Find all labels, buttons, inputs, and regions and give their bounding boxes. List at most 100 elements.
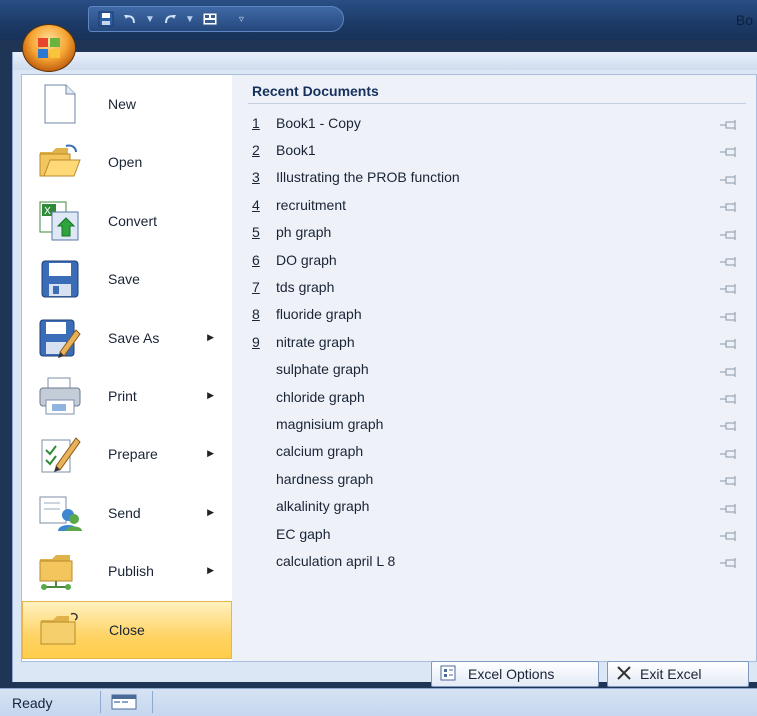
- recent-document-item[interactable]: magnisium graph: [252, 410, 744, 437]
- save-icon: [34, 257, 86, 301]
- send-icon: [34, 491, 86, 535]
- status-bar: Ready: [0, 688, 757, 716]
- menu-item-prepare[interactable]: Prepare ▶: [22, 425, 232, 483]
- recent-document-number: 9: [252, 333, 260, 350]
- pin-icon[interactable]: [720, 309, 738, 325]
- undo-dropdown-icon[interactable]: ▼: [145, 14, 155, 25]
- recent-document-name: ph graph: [276, 224, 332, 241]
- recent-document-item[interactable]: 2 Book1: [252, 136, 744, 163]
- recent-document-item[interactable]: 6 DO graph: [252, 246, 744, 273]
- menu-item-new[interactable]: New: [22, 75, 232, 133]
- menu-item-label: Publish: [108, 563, 154, 580]
- pin-icon[interactable]: [720, 199, 738, 215]
- recent-document-item[interactable]: alkalinity graph: [252, 493, 744, 520]
- recent-document-item[interactable]: 9 nitrate graph: [252, 328, 744, 355]
- recent-document-item[interactable]: 1 Book1 - Copy: [252, 109, 744, 136]
- pin-icon[interactable]: [720, 117, 738, 133]
- recent-document-name: recruitment: [276, 196, 347, 213]
- pin-icon[interactable]: [720, 391, 738, 407]
- menu-item-close[interactable]: Close: [22, 600, 232, 659]
- menu-item-label: Prepare: [108, 446, 158, 463]
- recent-document-number: 5: [252, 224, 260, 241]
- undo-icon[interactable]: [121, 11, 139, 27]
- redo-icon[interactable]: [161, 11, 179, 27]
- quick-access-toolbar: ▼ ▼ ▿: [88, 6, 344, 32]
- recent-document-name: DO graph: [276, 251, 337, 268]
- submenu-arrow-icon: ▶: [207, 565, 214, 576]
- menu-item-label: Print: [108, 388, 137, 404]
- customize-qat-icon[interactable]: ▿: [239, 14, 244, 25]
- menu-item-label: Close: [109, 621, 145, 638]
- pin-icon[interactable]: [720, 528, 738, 544]
- recent-documents-title: Recent Documents: [252, 83, 379, 99]
- pin-icon[interactable]: [720, 336, 738, 352]
- redo-dropdown-icon[interactable]: ▼: [185, 14, 195, 25]
- title-bar: ▼ ▼ ▿ Bo: [0, 0, 757, 40]
- pin-icon[interactable]: [720, 418, 738, 434]
- recent-document-item[interactable]: calcium graph: [252, 438, 744, 465]
- recent-document-item[interactable]: 7 tds graph: [252, 273, 744, 300]
- open-folder-icon: [34, 140, 86, 184]
- svg-text:X: X: [44, 206, 51, 217]
- menu-item-publish[interactable]: Publish ▶: [22, 542, 232, 600]
- recent-document-item[interactable]: chloride graph: [252, 383, 744, 410]
- recent-document-number: 2: [252, 141, 260, 158]
- pin-icon[interactable]: [720, 555, 738, 571]
- menu-commands-panel: New Open X Convert Save Save As ▶ Print ▶ Prepare…: [21, 74, 233, 662]
- recent-document-item[interactable]: 5 ph graph: [252, 219, 744, 246]
- pin-icon[interactable]: [720, 172, 738, 188]
- pin-icon[interactable]: [720, 144, 738, 160]
- publish-icon: [34, 549, 86, 593]
- recent-documents-panel: Recent Documents 1 Book1 - Copy 2 Book1 3 Ill…: [232, 74, 757, 662]
- recent-document-name: sulphate graph: [276, 361, 369, 378]
- menu-item-save[interactable]: Save: [22, 250, 232, 308]
- recent-document-item[interactable]: EC gaph: [252, 520, 744, 547]
- status-text: Ready: [12, 695, 53, 711]
- recent-document-number: 4: [252, 196, 260, 213]
- menu-item-send[interactable]: Send ▶: [22, 484, 232, 542]
- submenu-arrow-icon: ▶: [207, 506, 214, 517]
- pin-icon[interactable]: [720, 473, 738, 489]
- close-icon: [616, 665, 632, 684]
- recent-document-item[interactable]: 8 fluoride graph: [252, 301, 744, 328]
- recent-document-name: tds graph: [276, 278, 335, 295]
- pin-icon[interactable]: [720, 446, 738, 462]
- pin-icon[interactable]: [720, 281, 738, 297]
- office-menu: New Open X Convert Save Save As ▶ Print ▶ Prepare…: [12, 52, 757, 687]
- office-logo-icon: [38, 38, 60, 58]
- exit-excel-button[interactable]: Exit Excel: [607, 661, 749, 687]
- convert-icon: X: [34, 199, 86, 243]
- recent-document-item[interactable]: sulphate graph: [252, 356, 744, 383]
- recent-document-name: Illustrating the PROB function: [276, 169, 460, 186]
- menu-item-label: Save: [108, 271, 140, 288]
- recent-document-name: calcium graph: [276, 443, 364, 460]
- pin-icon[interactable]: [720, 501, 738, 517]
- menu-item-save-as[interactable]: Save As ▶: [22, 309, 232, 367]
- excel-options-button[interactable]: Excel Options: [431, 661, 599, 687]
- pin-icon[interactable]: [720, 227, 738, 243]
- pin-icon[interactable]: [720, 254, 738, 270]
- excel-options-label: Excel Options: [468, 666, 555, 682]
- new-document-icon: [34, 82, 86, 126]
- save-icon[interactable]: [97, 11, 115, 27]
- menu-item-label: Send: [108, 504, 141, 521]
- office-button[interactable]: [22, 24, 76, 72]
- recent-document-name: calculation april L 8: [276, 552, 396, 569]
- recent-document-item[interactable]: calculation april L 8: [252, 547, 744, 574]
- menu-item-print[interactable]: Print ▶: [22, 367, 232, 425]
- menu-item-convert[interactable]: X Convert: [22, 192, 232, 250]
- menu-item-label: Convert: [108, 212, 158, 229]
- pin-icon[interactable]: [720, 364, 738, 380]
- macro-recording-icon[interactable]: [110, 693, 140, 711]
- recent-document-item[interactable]: 3 Illustrating the PROB function: [252, 164, 744, 191]
- recent-document-item[interactable]: 4 recruitment: [252, 191, 744, 218]
- recent-document-item[interactable]: hardness graph: [252, 465, 744, 492]
- recent-document-number: 1: [252, 114, 260, 131]
- recent-document-name: chloride graph: [276, 388, 365, 405]
- menu-item-label: Open: [108, 154, 143, 171]
- print-icon: [34, 374, 86, 418]
- menu-item-open[interactable]: Open: [22, 133, 232, 191]
- recent-document-name: Book1: [276, 141, 316, 158]
- form-icon[interactable]: [201, 11, 219, 27]
- recent-document-number: 3: [252, 169, 260, 186]
